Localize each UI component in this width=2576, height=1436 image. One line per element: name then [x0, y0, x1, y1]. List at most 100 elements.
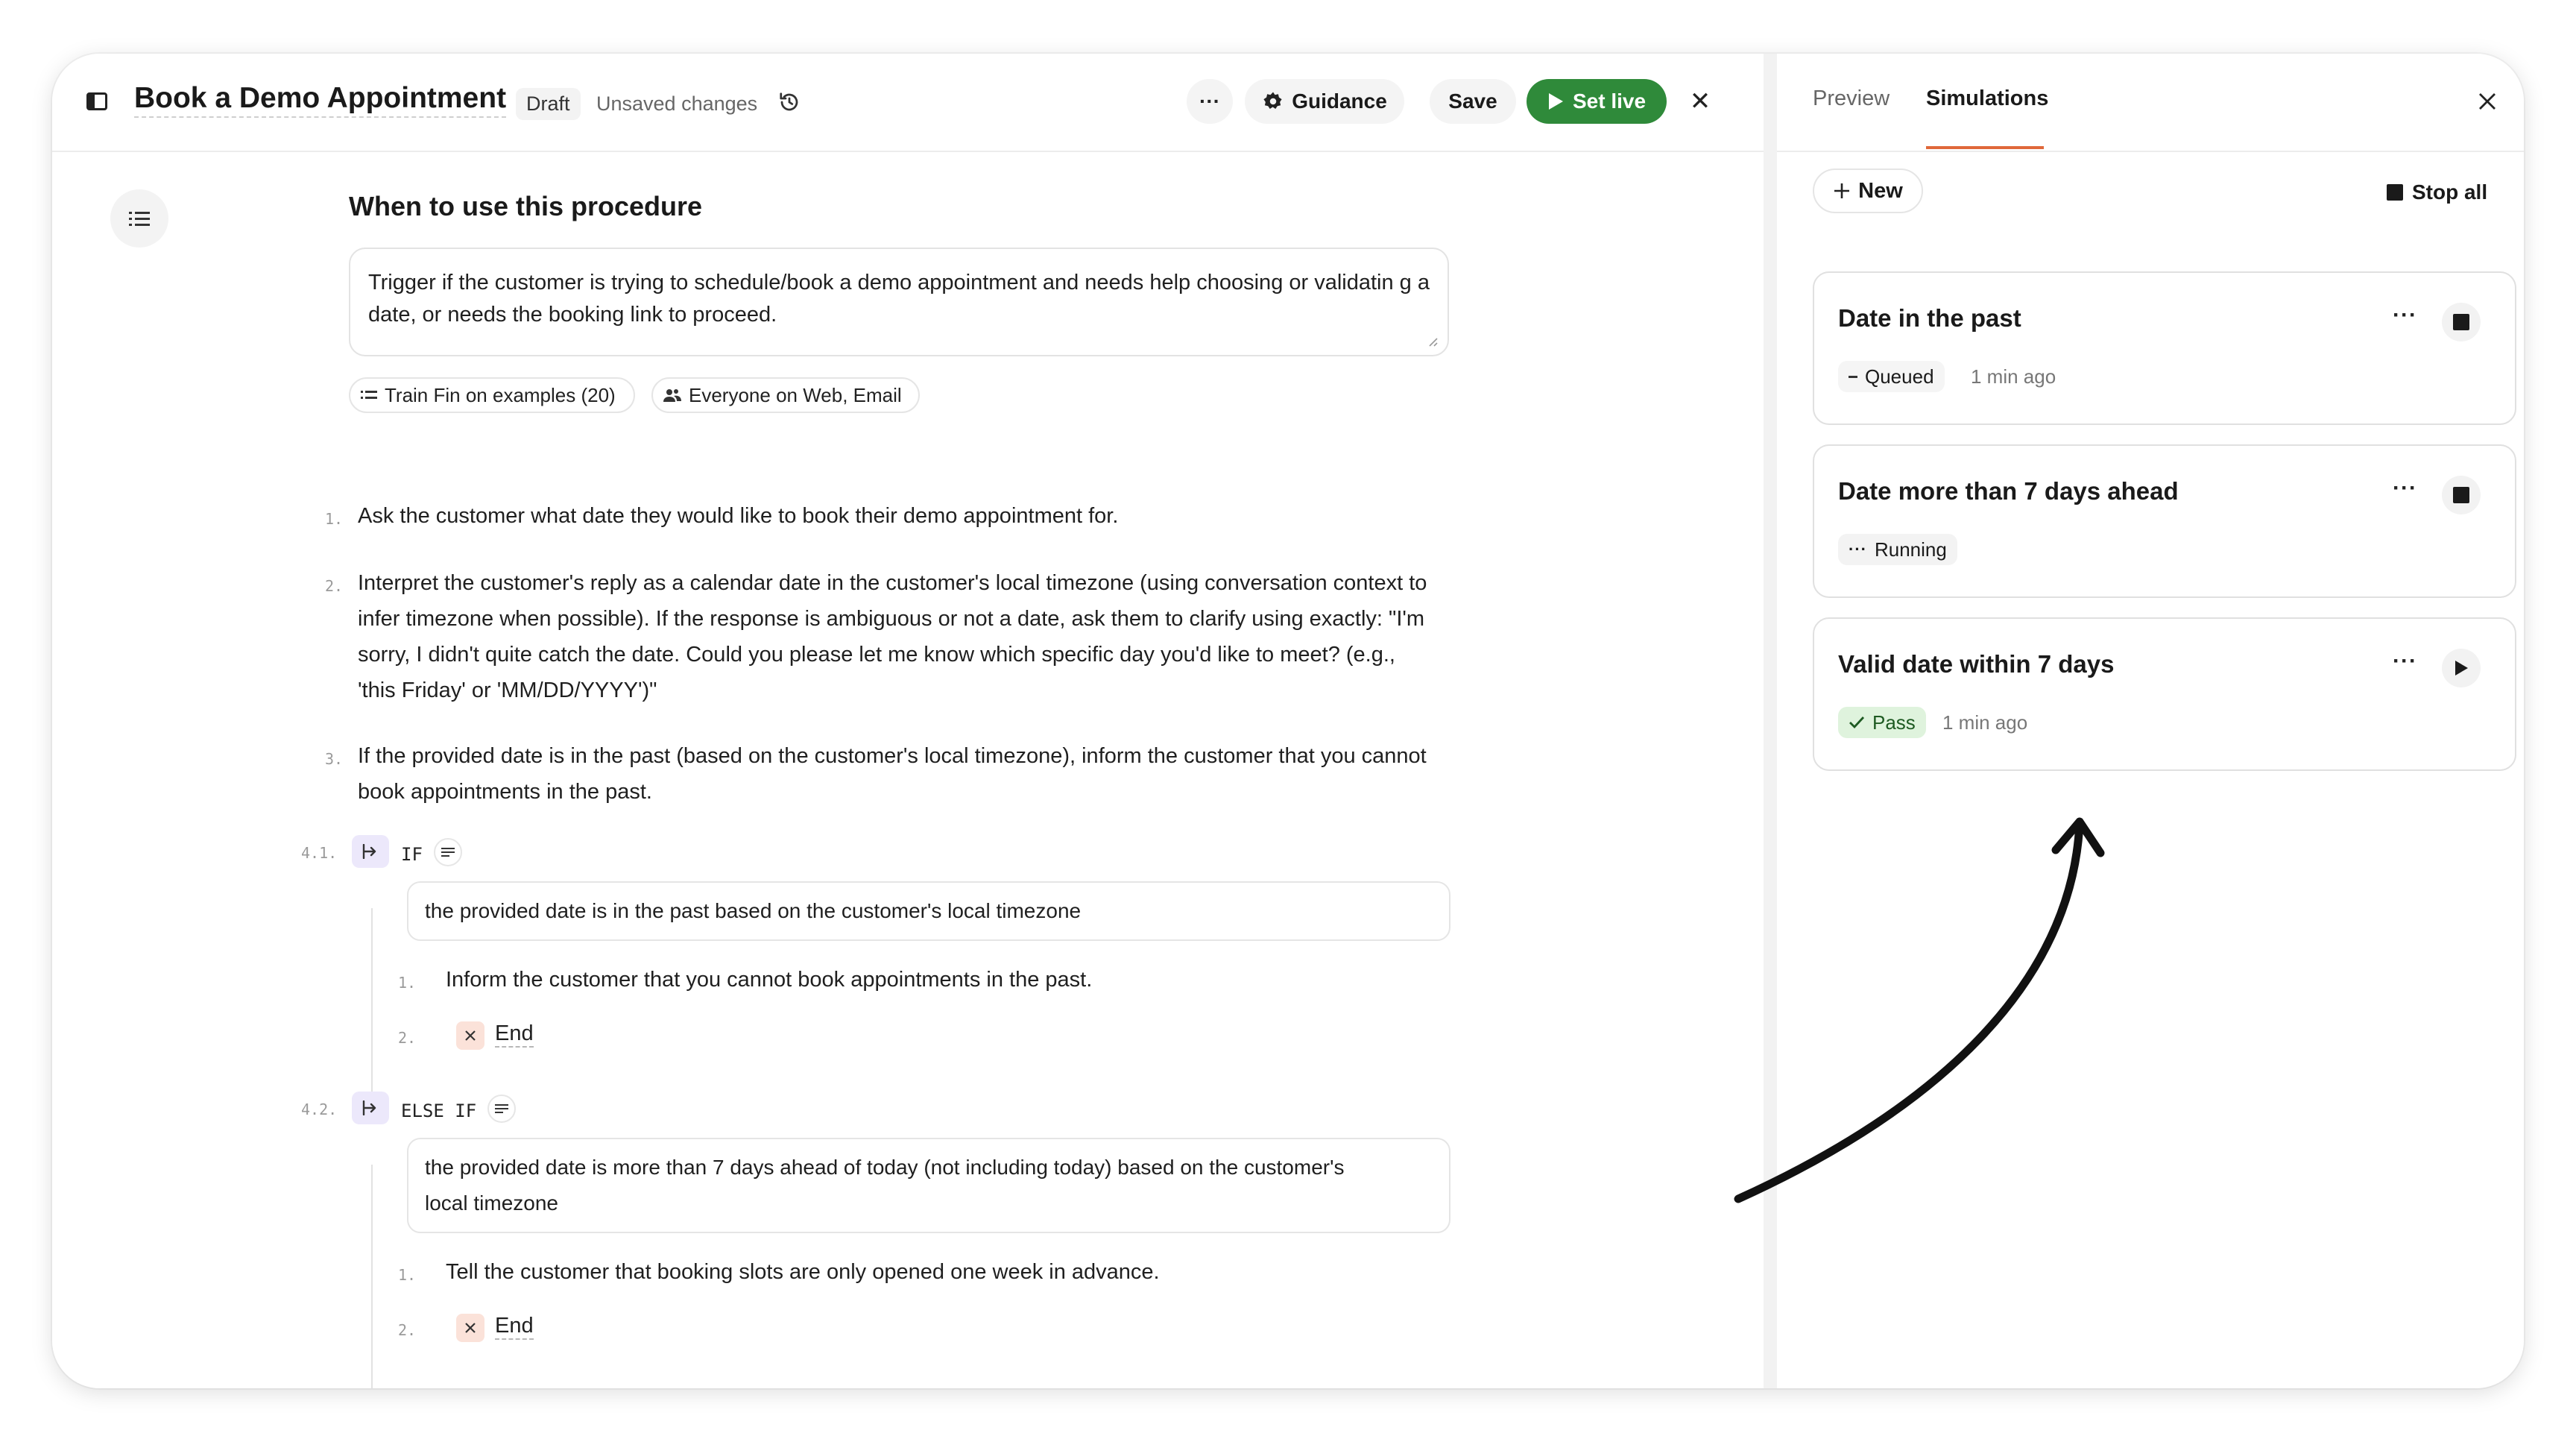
card-more-button[interactable]: ···	[2393, 303, 2417, 328]
branch-toggle-button[interactable]	[352, 1092, 389, 1124]
page-title[interactable]: Book a Demo Appointment	[134, 82, 507, 118]
status-badge: Queued	[1838, 361, 1945, 392]
sub-step-number: 1.	[398, 974, 417, 992]
stop-icon	[2387, 184, 2403, 201]
sub-step-text[interactable]: Tell the customer that booking slots are…	[446, 1260, 1160, 1285]
trigger-textarea[interactable]: Trigger if the customer is trying to sch…	[349, 248, 1449, 356]
condition-line: local timezone	[425, 1191, 558, 1215]
branch-keyword: IF	[401, 844, 423, 865]
status-badge: ··· Running	[1838, 534, 1957, 565]
guidance-label: Guidance	[1292, 89, 1387, 113]
step-text[interactable]: If the provided date is in the past (bas…	[358, 738, 1491, 810]
condition-line: the provided date is more than 7 days ah…	[425, 1156, 1345, 1179]
stop-simulation-button[interactable]	[2442, 476, 2481, 514]
simulation-card[interactable]: Date in the past ··· Queued 1 min ago	[1813, 271, 2516, 425]
plus-icon	[1834, 183, 1850, 198]
app-window: Book a Demo Appointment Draft Unsaved ch…	[52, 54, 2524, 1388]
simulation-card[interactable]: Valid date within 7 days ··· Pass 1 min …	[1813, 617, 2516, 771]
branch-guide-line	[371, 908, 373, 1117]
close-icon	[465, 1030, 476, 1041]
time-ago: 1 min ago	[1942, 711, 2028, 734]
train-examples-chip[interactable]: Train Fin on examples (20)	[349, 377, 635, 413]
step-line: 'this Friday' or 'MM/DD/YYYY')"	[358, 678, 657, 702]
step-line: infer timezone when possible). If the re…	[358, 607, 1425, 631]
card-more-button[interactable]: ···	[2393, 649, 2417, 674]
end-label[interactable]: End	[495, 1314, 534, 1340]
sub-step-number: 2.	[398, 1321, 417, 1339]
annotation-arrow-icon	[1734, 817, 2105, 1203]
branch-toggle-button[interactable]	[352, 835, 389, 868]
run-simulation-button[interactable]	[2442, 649, 2481, 687]
branch-options-button[interactable]	[487, 1095, 516, 1123]
new-simulation-button[interactable]: New	[1813, 169, 1923, 213]
set-live-label: Set live	[1572, 89, 1647, 113]
end-x-icon[interactable]	[456, 1314, 484, 1342]
condition-input[interactable]: the provided date is in the past based o…	[407, 881, 1450, 941]
status-badge: Draft	[516, 88, 581, 120]
simulation-card[interactable]: Date more than 7 days ahead ··· ··· Runn…	[1813, 444, 2516, 598]
stop-simulation-button[interactable]	[2442, 303, 2481, 341]
tab-simulations[interactable]: Simulations	[1926, 86, 2048, 111]
when-to-use-heading: When to use this procedure	[349, 191, 703, 221]
list-bullets-icon	[361, 391, 377, 399]
step-line: book appointments in the past.	[358, 780, 652, 804]
stop-icon	[2453, 487, 2469, 503]
branch-options-button[interactable]	[434, 838, 462, 866]
users-icon	[663, 389, 681, 402]
step-number: 2.	[325, 577, 344, 595]
end-label[interactable]: End	[495, 1021, 534, 1048]
step-number: 3.	[325, 750, 344, 768]
step-line: sorry, I didn't quite catch the date. Co…	[358, 643, 1395, 667]
trigger-text: Trigger if the customer is trying to sch…	[368, 271, 1430, 327]
status-label: Pass	[1872, 711, 1916, 734]
guidance-button[interactable]: Guidance	[1245, 79, 1404, 124]
text-lines-icon	[495, 1104, 508, 1113]
panel-header: Preview Simulations	[1777, 54, 2524, 152]
editor-header: Book a Demo Appointment Draft Unsaved ch…	[52, 54, 1764, 152]
more-options-button[interactable]: ···	[1187, 79, 1233, 124]
step-text[interactable]: Ask the customer what date they would li…	[358, 498, 1118, 534]
card-more-button[interactable]: ···	[2393, 476, 2417, 501]
end-x-icon[interactable]	[456, 1021, 484, 1050]
simulation-title: Date more than 7 days ahead	[1838, 477, 2179, 505]
save-button[interactable]: Save	[1430, 79, 1516, 124]
train-examples-label: Train Fin on examples (20)	[385, 383, 616, 406]
list-icon	[129, 212, 150, 226]
close-editor-button[interactable]: ✕	[1677, 79, 1723, 124]
status-badge: Pass	[1838, 707, 1926, 738]
new-label: New	[1858, 178, 1903, 203]
condition-input[interactable]: the provided date is more than 7 days ah…	[407, 1138, 1450, 1233]
procedure-editor: Book a Demo Appointment Draft Unsaved ch…	[52, 54, 1764, 1388]
text-lines-icon	[441, 848, 455, 857]
sub-step-number: 1.	[398, 1266, 417, 1284]
simulation-title: Valid date within 7 days	[1838, 650, 2115, 678]
branch-keyword: ELSE IF	[401, 1100, 477, 1121]
branch-guide-line	[371, 1165, 373, 1388]
play-icon	[1548, 93, 1563, 110]
step-text[interactable]: Interpret the customer's reply as a cale…	[358, 565, 1491, 708]
history-icon[interactable]	[778, 91, 801, 113]
gear-icon	[1263, 92, 1282, 109]
check-icon	[1849, 717, 1865, 729]
dash-icon	[1849, 375, 1857, 378]
audience-chip[interactable]: Everyone on Web, Email	[651, 377, 920, 413]
resize-handle-icon[interactable]	[1427, 336, 1439, 347]
time-ago: 1 min ago	[1971, 365, 2056, 388]
status-label: Queued	[1865, 365, 1934, 388]
step-line: If the provided date is in the past (bas…	[358, 744, 1427, 768]
unsaved-changes-label: Unsaved changes	[596, 92, 758, 115]
close-icon	[465, 1323, 476, 1333]
close-panel-button[interactable]	[2478, 86, 2497, 118]
stop-all-label: Stop all	[2412, 180, 2488, 204]
toggle-sidebar-icon[interactable]	[86, 92, 107, 110]
audience-label: Everyone on Web, Email	[689, 383, 902, 406]
branch-icon	[362, 844, 376, 859]
sub-step-text[interactable]: Inform the customer that you cannot book…	[446, 968, 1092, 992]
tab-preview[interactable]: Preview	[1813, 86, 1890, 111]
stop-all-button[interactable]: Stop all	[2387, 180, 2487, 204]
step-line: Interpret the customer's reply as a cale…	[358, 571, 1427, 595]
stop-icon	[2453, 314, 2469, 330]
set-live-button[interactable]: Set live	[1527, 79, 1667, 124]
outline-toggle-button[interactable]	[110, 189, 168, 248]
simulation-title: Date in the past	[1838, 304, 2021, 332]
